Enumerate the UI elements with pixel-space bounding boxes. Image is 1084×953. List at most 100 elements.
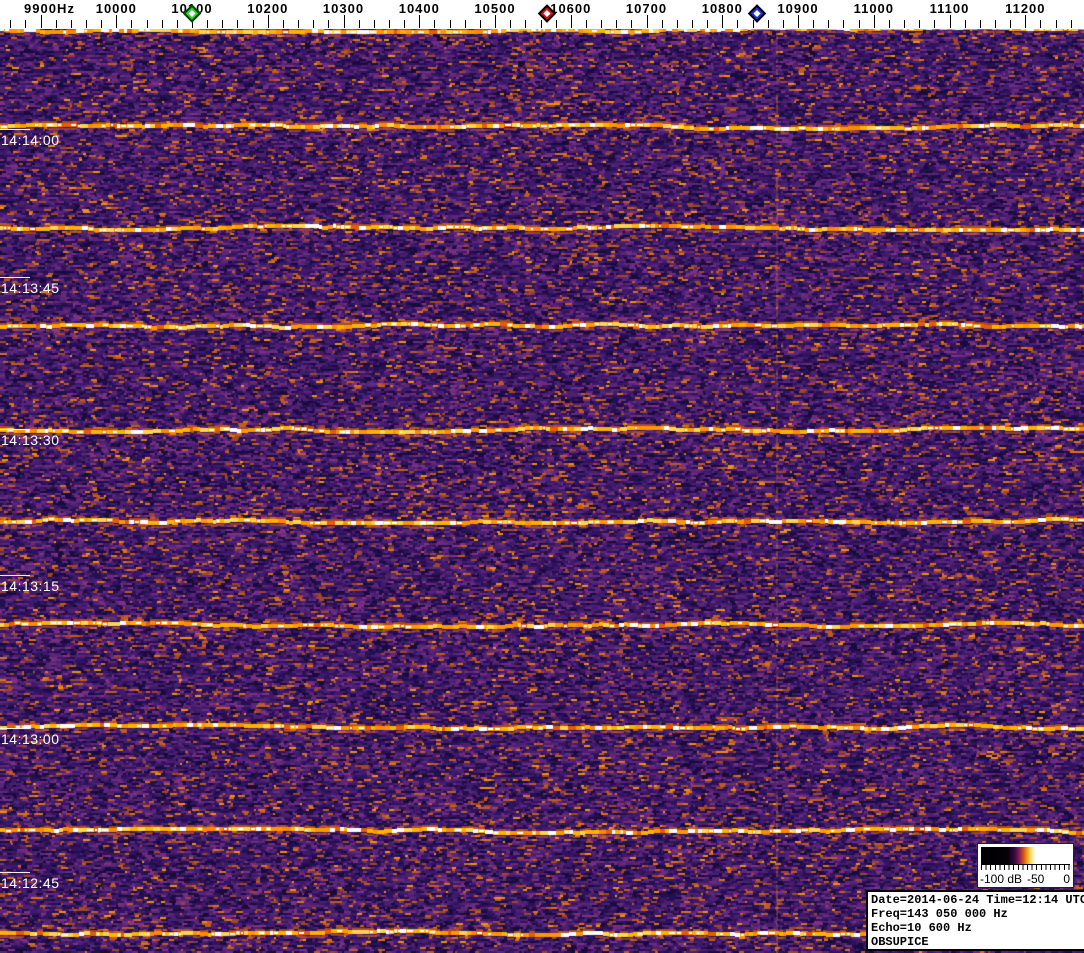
ruler-tick — [237, 20, 239, 28]
ruler-tick — [767, 20, 769, 28]
freq-scale-label: 10200 — [247, 1, 289, 16]
ruler-tick — [646, 15, 648, 28]
ruler-tick — [1010, 20, 1012, 28]
db-label-mid: -50 — [1027, 872, 1045, 886]
ruler-tick — [1055, 20, 1057, 28]
info-line-date: Date=2014-06-24 Time=12:14 UTC — [871, 893, 1084, 907]
ruler-tick — [10, 20, 12, 28]
marker-center-dot — [753, 9, 761, 18]
freq-scale-label: 11200 — [1005, 1, 1046, 16]
ruler-tick — [949, 15, 951, 28]
ruler-tick — [146, 20, 148, 28]
ruler-tick — [691, 20, 693, 28]
ruler-tick — [994, 20, 996, 28]
ruler-tick — [388, 20, 390, 28]
ruler-tick — [267, 15, 269, 28]
info-line-echo: Echo=10 600 Hz — [871, 921, 972, 935]
ruler-tick — [737, 20, 739, 28]
ruler-tick — [934, 20, 936, 28]
ruler-tick — [676, 20, 678, 28]
freq-scale-label: 10700 — [625, 1, 668, 16]
ruler-tick — [131, 20, 133, 28]
ruler-tick — [464, 20, 466, 28]
ruler-tick — [707, 20, 709, 28]
freq-scale-label: 11100 — [929, 1, 970, 16]
ruler-tick — [101, 20, 103, 28]
freq-scale-label: 10300 — [322, 1, 365, 16]
marker-center-dot — [542, 9, 551, 18]
db-scale-labels: -100 dB -50 0 — [978, 872, 1073, 887]
marker-center-dot — [188, 9, 196, 18]
ruler-tick — [601, 20, 602, 28]
ruler-tick — [25, 20, 27, 28]
ruler-tick — [616, 20, 618, 28]
ruler-tick — [404, 20, 406, 28]
ruler-tick — [873, 15, 875, 28]
ruler-tick — [904, 20, 905, 28]
db-gradient-bar — [981, 847, 1070, 864]
ruler-tick — [813, 20, 815, 28]
ruler-tick — [419, 15, 421, 28]
ruler-tick — [661, 20, 663, 28]
ruler-tick — [40, 15, 42, 28]
ruler-tick — [70, 20, 72, 28]
db-scale-ticks — [981, 864, 1070, 870]
waterfall-app-window: 9900100001010010200103001040010500106001… — [0, 0, 1084, 953]
ruler-tick — [207, 20, 209, 28]
freq-scale-label: 10400 — [398, 1, 440, 16]
freq-scale-label: 10500 — [474, 1, 516, 16]
ruler-tick — [888, 20, 890, 28]
ruler-tick — [222, 20, 224, 28]
freq-scale-label: 10900 — [777, 1, 819, 16]
db-label-max: 0 — [1063, 872, 1070, 886]
freq-scale-label: 10600 — [550, 1, 592, 16]
ruler-tick — [85, 20, 87, 28]
ruler-tick — [585, 20, 587, 28]
info-line-station: OBSUPICE — [871, 935, 929, 949]
waterfall-display[interactable] — [0, 29, 1084, 953]
frequency-ruler[interactable]: 9900100001010010200103001040010500106001… — [0, 0, 1084, 29]
ruler-tick — [540, 20, 542, 28]
ruler-tick — [843, 20, 845, 28]
freq-scale-label: 10800 — [701, 1, 743, 16]
ruler-tick — [722, 15, 724, 28]
ruler-tick — [555, 20, 557, 28]
ruler-tick — [373, 20, 375, 28]
info-line-freq: Freq=143 050 000 Hz — [871, 907, 1008, 921]
ruler-tick — [964, 20, 966, 28]
ruler-tick — [449, 20, 451, 28]
ruler-tick — [161, 20, 163, 28]
ruler-tick — [570, 15, 572, 28]
ruler-tick — [752, 20, 754, 28]
ruler-tick — [298, 20, 300, 28]
ruler-tick — [782, 20, 784, 28]
ruler-tick — [116, 15, 118, 28]
ruler-tick — [55, 20, 57, 28]
ruler-tick — [479, 20, 481, 28]
ruler-tick — [631, 20, 633, 28]
ruler-tick — [525, 20, 527, 28]
ruler-tick — [313, 20, 315, 28]
ruler-tick — [282, 20, 284, 28]
ruler-tick — [979, 20, 981, 28]
ruler-tick — [510, 20, 512, 28]
ruler-tick — [358, 20, 360, 28]
blue-diamond-marker[interactable] — [747, 4, 767, 23]
ruler-tick — [328, 20, 330, 28]
db-color-legend: -100 dB -50 0 — [977, 843, 1074, 888]
freq-scale-label: 10000 — [95, 1, 137, 16]
ruler-tick — [252, 20, 254, 28]
freq-unit-label: Hz — [57, 1, 75, 16]
ruler-tick — [176, 20, 178, 28]
ruler-tick — [1025, 15, 1027, 28]
ruler-tick — [1070, 20, 1072, 28]
freq-scale-label: 9900 — [24, 1, 57, 16]
ruler-tick — [798, 15, 799, 28]
ruler-tick — [343, 15, 345, 28]
ruler-tick — [495, 15, 496, 28]
db-label-min: -100 dB — [980, 872, 1023, 886]
ruler-tick — [858, 20, 860, 28]
ruler-tick — [434, 20, 436, 28]
ruler-tick — [828, 20, 830, 28]
ruler-tick — [919, 20, 921, 28]
